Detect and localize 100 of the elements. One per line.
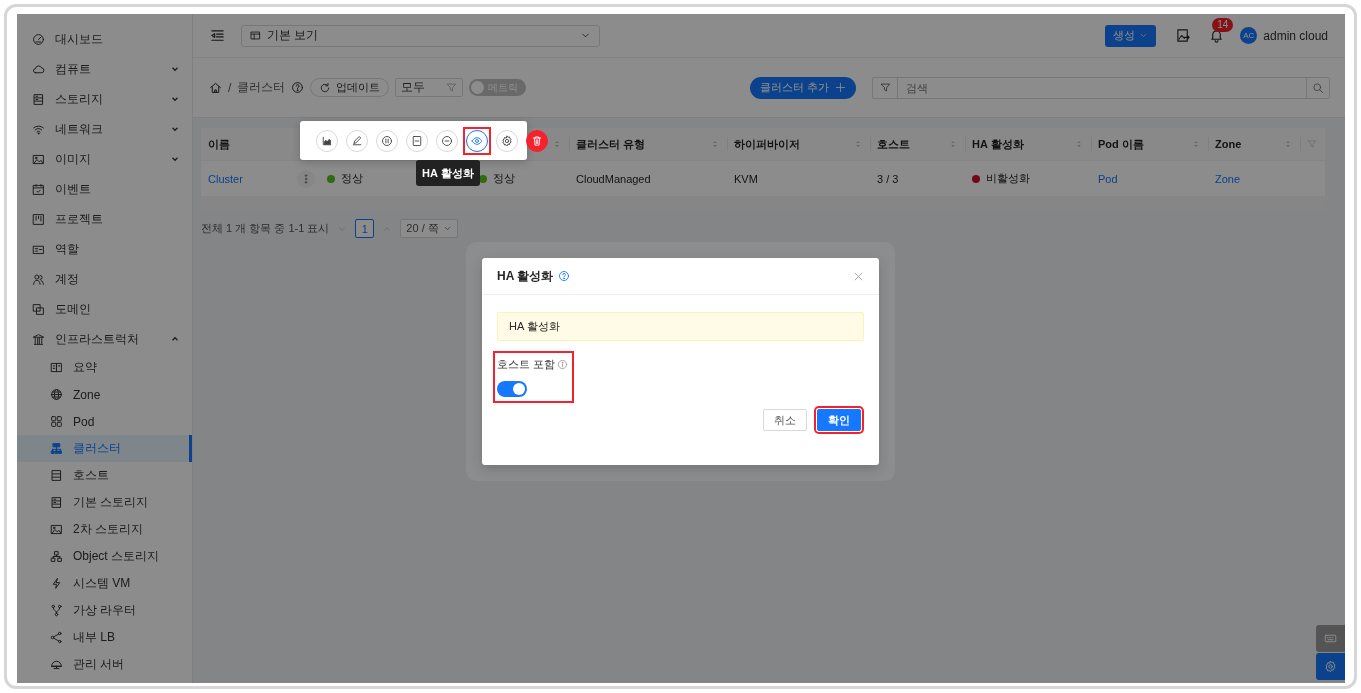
status-text: 정상 (341, 171, 363, 186)
calendar-icon (32, 182, 45, 196)
column-header[interactable]: 이름 (208, 137, 230, 150)
column-header[interactable]: HA 활성화 (972, 137, 1024, 150)
user-name[interactable]: admin cloud (1263, 28, 1328, 43)
filter-icon (1307, 139, 1317, 149)
sidebar-item[interactable]: 호스트 (17, 462, 192, 489)
menu-fold-button[interactable] (210, 28, 225, 43)
include-hosts-switch[interactable] (497, 381, 527, 397)
search-icon (1312, 81, 1324, 94)
close-icon (853, 270, 864, 282)
funnel-icon (879, 82, 891, 93)
wifi-icon (32, 122, 45, 136)
nodes-icon (50, 550, 63, 563)
board-icon (32, 212, 45, 226)
filter-select[interactable]: 모두 (395, 78, 464, 97)
sidebar-item[interactable]: 스토리지 (17, 84, 192, 114)
pencil-icon (351, 134, 363, 147)
eye-icon (471, 134, 483, 147)
book-icon (50, 361, 63, 374)
column-header[interactable]: Zone (1215, 138, 1242, 150)
settings-icon (1324, 660, 1337, 673)
router-icon (50, 658, 63, 671)
create-button[interactable]: 생성 (1105, 24, 1157, 47)
sidebar-item[interactable]: 이벤트 (17, 174, 192, 204)
chart-icon (321, 134, 333, 147)
sidebar-item[interactable]: 가상 라우터 (17, 597, 192, 624)
minus-circle-icon (441, 134, 453, 147)
storage-icon (32, 92, 45, 106)
plus-icon (835, 82, 846, 93)
notification-badge: 14 (1212, 18, 1234, 32)
sidebar-item[interactable]: 네트워크 (17, 114, 192, 144)
sidebar-item[interactable]: 클러스터 (17, 435, 192, 462)
users-icon (32, 272, 45, 286)
sidebar-item[interactable]: 관리 서버 (17, 651, 192, 678)
column-header[interactable]: 호스트 (877, 137, 910, 150)
sidebar-item[interactable]: Pod (17, 408, 192, 435)
sidebar-item[interactable]: 시스템 VM (17, 570, 192, 597)
add-cluster-button[interactable]: 클러스터 추가 (749, 76, 856, 99)
help-icon (291, 81, 305, 94)
storage-icon (50, 496, 63, 509)
picture-export-button[interactable] (1176, 28, 1192, 43)
sidebar-item[interactable]: 도메인 (17, 294, 192, 324)
dashboard-icon (32, 32, 45, 46)
settings-icon (501, 134, 513, 147)
column-header[interactable]: Pod 이름 (1098, 137, 1144, 150)
table-link[interactable]: Pod (1098, 172, 1118, 185)
sidebar-item[interactable]: 프로젝트 (17, 204, 192, 234)
globe-icon (50, 388, 63, 401)
layout-icon (250, 30, 261, 41)
sidebar-item[interactable]: 2차 스토리지 (17, 516, 192, 543)
user-avatar[interactable]: AC (1240, 27, 1258, 44)
update-button[interactable]: 업데이트 (310, 78, 390, 97)
dialog-title: HA 활성화 (497, 267, 554, 285)
home-icon (209, 81, 222, 94)
confirm-button[interactable]: 확인 (817, 409, 861, 431)
search-input[interactable]: 검색 (898, 77, 1306, 98)
table-cell: CloudManaged (576, 172, 651, 185)
notification-button[interactable] (1209, 28, 1225, 43)
sidebar-item[interactable]: 기본 스토리지 (17, 489, 192, 516)
chevron-icon (442, 224, 452, 233)
sidebar-item[interactable]: 이미지 (17, 144, 192, 174)
field-label: 호스트 포함 (497, 357, 556, 372)
square-minus-icon (411, 134, 423, 147)
tooltip: HA 활성화 (416, 160, 480, 186)
status-text: 정상 (493, 171, 515, 186)
table-cell: KVM (734, 172, 758, 185)
more-button[interactable] (297, 169, 315, 188)
sidebar-item[interactable]: 역할 (17, 234, 192, 264)
chevron-icon (1139, 31, 1149, 40)
grid-icon (50, 415, 63, 428)
sidebar-item[interactable]: 내부 LB (17, 624, 192, 651)
search-field[interactable]: 검색 (872, 76, 1330, 99)
page-size-select[interactable]: 20 / 쪽 (400, 219, 458, 238)
help-icon (558, 270, 571, 282)
view-select[interactable]: 기본 보기 (241, 24, 600, 47)
refresh-icon (319, 81, 332, 94)
column-header[interactable]: 하이퍼바이저 (734, 137, 800, 150)
cancel-button[interactable]: 취소 (763, 409, 807, 431)
table-link[interactable]: Zone (1215, 172, 1241, 185)
page-button[interactable]: 1 (355, 219, 375, 238)
pause-icon (381, 134, 393, 147)
sidebar-item[interactable]: Object 스토리지 (17, 543, 192, 570)
cluster-icon (50, 442, 63, 455)
sidebar-item[interactable]: 요약 (17, 354, 192, 381)
pagination-summary: 전체 1 개 항목 중 1-1 표시 (201, 221, 330, 236)
cluster-name-link[interactable]: Cluster (208, 172, 243, 185)
sidebar-item[interactable]: 인프라스트럭처 (17, 324, 192, 354)
menu-icon (210, 28, 225, 43)
sidebar-item[interactable]: 계정 (17, 264, 192, 294)
info-icon (557, 359, 569, 370)
status-text: 비활성화 (986, 171, 1030, 186)
sidebar-item[interactable]: Zone (17, 381, 192, 408)
column-header[interactable]: 클러스터 유형 (576, 137, 646, 150)
keyboard-icon (1324, 632, 1337, 645)
home-link[interactable] (209, 81, 222, 94)
building-icon (32, 332, 45, 346)
sidebar-item[interactable]: 대시보드 (17, 24, 192, 54)
funnel-icon (446, 82, 458, 93)
sidebar-item[interactable]: 컴퓨트 (17, 54, 192, 84)
